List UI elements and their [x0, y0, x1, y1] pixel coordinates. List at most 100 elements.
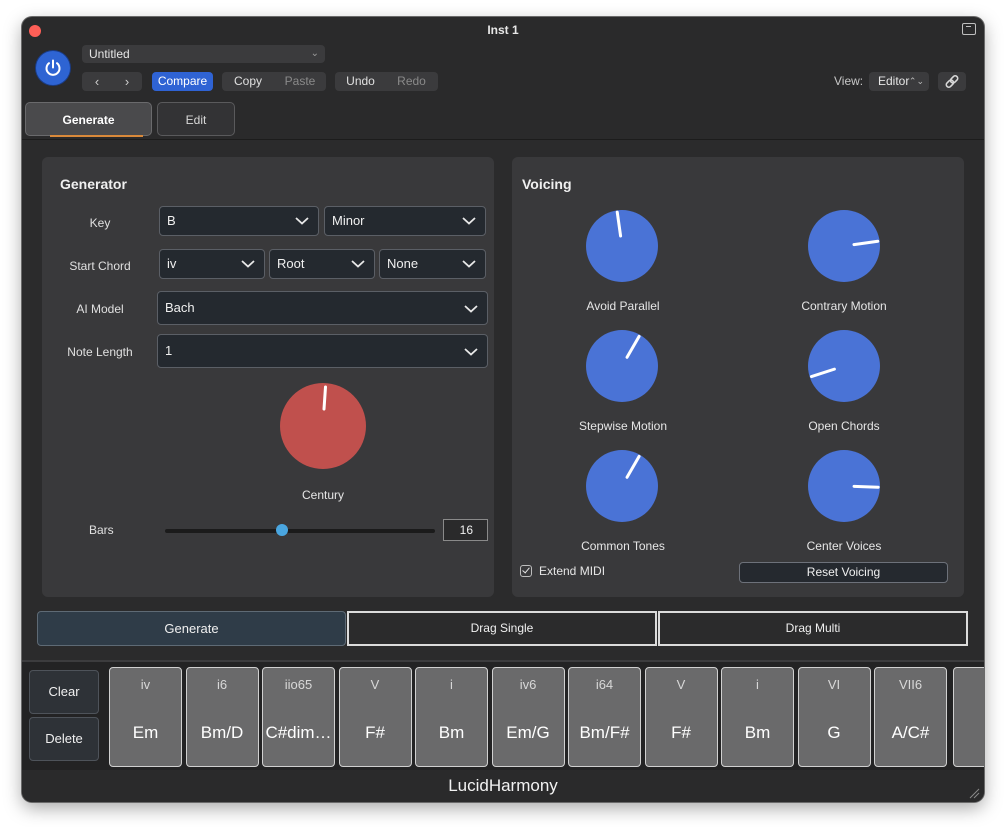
center-voices-knob[interactable]	[807, 449, 881, 523]
chord-name: F#	[671, 723, 691, 742]
chevron-down-icon	[464, 305, 478, 313]
chord-name: Em/G	[506, 723, 550, 742]
previous-preset-button[interactable]: ‹	[82, 72, 112, 91]
extend-midi-checkbox[interactable]	[520, 565, 532, 577]
ai-model-value: Bach	[165, 300, 195, 315]
chord-roman-numeral: iv	[140, 677, 151, 692]
chord-name: C#dim…	[265, 723, 332, 742]
chord-roman-numeral: i64	[595, 677, 614, 692]
chord-card[interactable]: VI G	[797, 667, 871, 767]
drag-single-button[interactable]: Drag Single	[347, 611, 657, 646]
note-length-select[interactable]: 1	[157, 334, 488, 368]
footer: LucidHarmony	[22, 770, 984, 802]
ai-model-select[interactable]: Bach	[157, 291, 488, 325]
bars-value-field[interactable]: 16	[443, 519, 488, 541]
chevron-down-icon	[241, 260, 255, 268]
tab-generate[interactable]: Generate	[25, 102, 152, 137]
chord-name: F#	[365, 723, 385, 742]
scale-value: Minor	[332, 213, 365, 228]
stepwise-motion-knob[interactable]	[585, 329, 659, 403]
extension-value: None	[387, 256, 419, 271]
power-button[interactable]	[36, 51, 70, 85]
chord-card[interactable]: i6 Bm/D	[185, 667, 259, 767]
chord-card-partial[interactable]	[953, 667, 984, 767]
chord-name: Bm/D	[200, 723, 244, 742]
chord-card[interactable]: iio65 C#dim…	[262, 667, 335, 767]
common-tones-knob[interactable]	[585, 449, 659, 523]
reset-voicing-button[interactable]: Reset Voicing	[739, 562, 948, 583]
chord-card[interactable]: i64 Bm/F#	[568, 667, 641, 767]
chord-card[interactable]: VII6 A/C#	[874, 667, 947, 767]
ai-model-label: AI Model	[76, 302, 124, 316]
chord-name: Bm	[438, 723, 465, 742]
chevron-down-icon	[462, 260, 476, 268]
drag-multi-button[interactable]: Drag Multi	[658, 611, 968, 646]
power-icon	[45, 59, 61, 76]
tab-bar: Generate Edit	[22, 99, 984, 140]
generate-button[interactable]: Generate	[37, 611, 346, 646]
view-value: Editor	[878, 74, 910, 88]
chevron-down-icon: ⌄	[310, 48, 319, 59]
avoid-parallel-knob[interactable]	[585, 209, 659, 283]
chord-card[interactable]: V F#	[644, 667, 718, 767]
copy-button[interactable]: Copy	[222, 72, 274, 91]
next-preset-button[interactable]: ›	[112, 72, 142, 91]
bars-label: Bars	[89, 523, 114, 537]
chord-card[interactable]: i Bm	[721, 667, 794, 767]
paste-button[interactable]: Paste	[274, 72, 326, 91]
chord-name: Em	[132, 723, 159, 742]
century-knob[interactable]	[279, 382, 367, 470]
delete-button[interactable]: Delete	[29, 717, 99, 761]
chord-card[interactable]: iv Em	[109, 667, 182, 767]
start-chord-select[interactable]: iv	[159, 249, 265, 279]
inversion-value: Root	[277, 256, 305, 271]
undo-button[interactable]: Undo	[335, 72, 386, 91]
chord-roman-numeral: i6	[216, 677, 228, 692]
bars-slider-track[interactable]	[165, 529, 435, 533]
chord-name: G	[827, 723, 841, 742]
start-chord-label: Start Chord	[69, 259, 131, 273]
preset-nav: ‹ ›	[82, 72, 142, 91]
plugin-window: Inst 1 Untitled ⌄ ‹ › Compare Copy Paste…	[22, 17, 984, 802]
generator-title: Generator	[60, 176, 127, 192]
knob-body	[586, 210, 658, 282]
chord-name: Bm/F#	[579, 723, 630, 742]
key-label: Key	[89, 216, 111, 230]
chord-roman-numeral: iv6	[519, 677, 537, 692]
note-length-value: 1	[165, 343, 173, 358]
copy-paste-group: Copy Paste	[222, 72, 326, 91]
chevron-down-icon	[295, 217, 309, 225]
chord-roman-numeral: VII6	[898, 677, 923, 692]
preset-menu[interactable]: Untitled ⌄	[82, 45, 325, 63]
chord-strip: Clear Delete iv Em i6 Bm/D iio65 C#dim… V F# i Bm…	[22, 660, 984, 772]
center-voices-label: Center Voices	[806, 539, 882, 553]
resize-grip-icon[interactable]	[968, 787, 980, 799]
chord-card[interactable]: iv6 Em/G	[491, 667, 565, 767]
voicing-title: Voicing	[522, 176, 572, 192]
knob-body	[586, 330, 658, 402]
chord-card[interactable]: i Bm	[415, 667, 488, 767]
chord-card[interactable]: V F#	[338, 667, 412, 767]
key-select[interactable]: B	[159, 206, 319, 236]
redo-button[interactable]: Redo	[386, 72, 437, 91]
undo-redo-group: Undo Redo	[335, 72, 438, 91]
key-value: B	[167, 213, 176, 228]
century-label: Century	[301, 488, 345, 502]
voicing-panel: Voicing Avoid Parallel Contrary Motion S…	[512, 157, 964, 597]
view-select[interactable]: Editor ⌃⌄	[869, 72, 929, 91]
stepwise-motion-label: Stepwise Motion	[578, 419, 668, 433]
bars-slider-thumb[interactable]	[276, 524, 288, 536]
contrary-motion-knob[interactable]	[807, 209, 881, 283]
scale-select[interactable]: Minor	[324, 206, 486, 236]
collapse-icon[interactable]	[962, 23, 976, 35]
compare-button[interactable]: Compare	[152, 72, 213, 91]
chord-name: Bm	[744, 723, 771, 742]
tab-edit[interactable]: Edit	[157, 102, 235, 136]
link-button[interactable]	[938, 72, 966, 91]
chord-name: A/C#	[891, 723, 930, 742]
inversion-select[interactable]: Root	[269, 249, 375, 279]
clear-button[interactable]: Clear	[29, 670, 99, 714]
link-icon	[945, 75, 959, 88]
extension-select[interactable]: None	[379, 249, 486, 279]
open-chords-knob[interactable]	[807, 329, 881, 403]
